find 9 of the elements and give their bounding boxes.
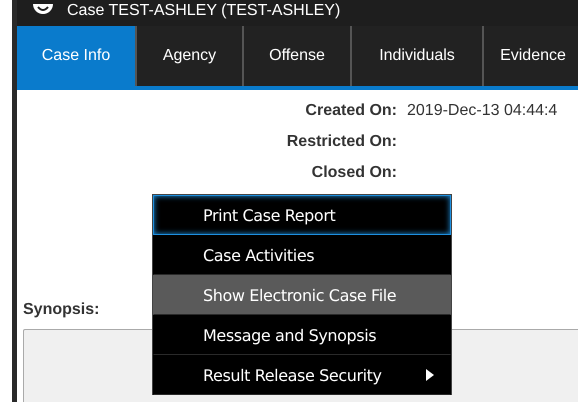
field-label: Restricted On:	[286, 133, 397, 151]
window-title: Case TEST-ASHLEY (TEST-ASHLEY)	[67, 2, 340, 20]
field-value: 2019-Dec-13 04:44:4	[407, 102, 558, 120]
tab[interactable]: Case Info	[17, 26, 137, 86]
field-label: Created On:	[304, 102, 397, 120]
menu-item[interactable]: Print Case Report	[153, 195, 451, 235]
field-label: Closed On:	[310, 164, 397, 182]
menu-item[interactable]: Show Electronic Case File	[153, 275, 451, 315]
synopsis-label: Synopsis:	[23, 301, 100, 319]
